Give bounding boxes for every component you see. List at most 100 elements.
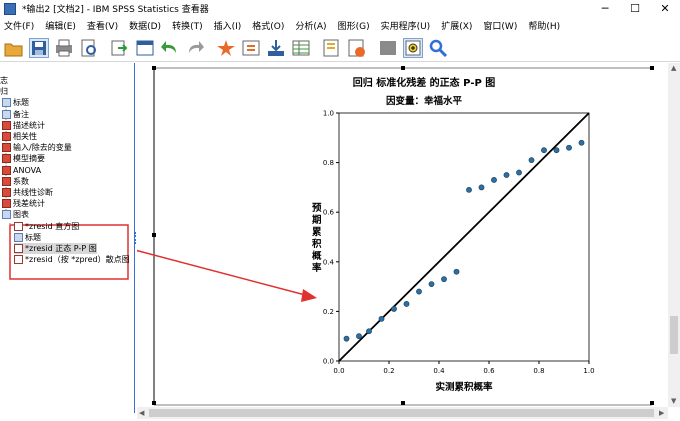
menu-analyze[interactable]: 分析(A) — [291, 19, 333, 32]
menu-format[interactable]: 格式(O) — [248, 19, 291, 32]
outline-item[interactable]: 系数 — [2, 176, 29, 187]
menu-extensions[interactable]: 扩展(X) — [437, 19, 479, 32]
find-icon[interactable] — [428, 38, 448, 58]
text-item-icon — [2, 210, 11, 220]
goto-data-icon[interactable] — [216, 38, 236, 58]
outline-item-label: *zresid（按 *zpred）散点图 — [25, 255, 130, 265]
outline-item[interactable]: 描述统计 — [2, 120, 45, 131]
recall-dialog-icon[interactable] — [135, 38, 155, 58]
horizontal-scroll-thumb[interactable] — [149, 409, 654, 417]
vertical-scrollbar[interactable]: ▲ ▼ — [668, 63, 680, 407]
minimize-button[interactable]: ─ — [590, 0, 620, 17]
outline-item[interactable]: 标题 — [14, 232, 41, 243]
table-item-icon — [2, 120, 11, 130]
data-point — [566, 144, 572, 151]
y-tick-label: 1.0 — [323, 110, 334, 118]
hide-icon[interactable] — [378, 38, 398, 58]
data-point — [391, 306, 397, 312]
menu-help[interactable]: 帮助(H) — [524, 19, 567, 32]
data-point — [553, 147, 560, 154]
outline-item-label: 标题 — [25, 232, 41, 242]
outline-item-label: 系数 — [13, 176, 29, 186]
outline-item-label: 备注 — [13, 109, 29, 119]
print-preview-icon[interactable] — [79, 38, 99, 58]
scroll-left-icon[interactable]: ◀ — [139, 409, 144, 417]
outline-item[interactable]: 模型摘要 — [2, 153, 45, 164]
outline-item-label: ANOVA — [13, 165, 42, 175]
close-button[interactable]: ✕ — [650, 0, 680, 17]
text-item-icon — [14, 232, 23, 242]
title-bar: *输出2 [文档2] - IBM SPSS Statistics 查看器 ─ ☐… — [0, 0, 680, 17]
redo-icon[interactable] — [185, 38, 205, 58]
data-point — [478, 184, 485, 191]
data-point — [516, 169, 522, 176]
print-icon[interactable] — [54, 38, 74, 58]
outline-item-label: 图表 — [13, 210, 29, 220]
x-tick-label: 0.4 — [433, 367, 445, 375]
menu-view[interactable]: 查看(V) — [83, 19, 125, 32]
outline-item[interactable]: 共线性诊断 — [2, 187, 53, 198]
outline-pane[interactable]: 志归标题 备注 描述统计 相关性 输入/除去的变量 模型摘要 ANOVA 系数 共线性诊断 残差统… — [0, 63, 135, 413]
maximize-button[interactable]: ☐ — [620, 0, 650, 17]
x-tick-label: 1.0 — [583, 367, 594, 375]
scroll-right-icon[interactable]: ▶ — [659, 409, 664, 417]
create-title-icon[interactable] — [322, 38, 342, 58]
menu-file[interactable]: 文件(F) — [0, 19, 41, 32]
plot-area: 0.0 0.2 0.4 0.6 0.8 1.0 0.0 0.2 0.4 0.6 0.8 1.0 — [323, 110, 595, 376]
scroll-down-icon[interactable]: ▼ — [671, 397, 676, 405]
outline-item[interactable]: *zresid（按 *zpred）散点图 — [14, 254, 130, 265]
vertical-scroll-thumb[interactable] — [670, 316, 678, 354]
menu-window[interactable]: 窗口(W) — [479, 19, 524, 32]
variables-icon[interactable] — [291, 38, 311, 58]
menu-utilities[interactable]: 实用程序(U) — [377, 19, 438, 32]
table-item-icon — [2, 165, 11, 175]
chart-item-icon — [14, 255, 23, 265]
reference-line — [338, 112, 590, 362]
outline-item-label: *zresid 正态 P-P 图 — [25, 244, 97, 253]
scroll-up-icon[interactable]: ▲ — [671, 64, 676, 72]
export-icon[interactable] — [110, 38, 130, 58]
outline-item-label: 共线性诊断 — [13, 188, 53, 197]
menu-data[interactable]: 数据(D) — [125, 19, 168, 32]
data-point — [466, 186, 472, 193]
outline-item[interactable]: 备注 — [2, 109, 29, 120]
y-axis-label: 预期累积概率 — [312, 203, 322, 274]
outline-item-label: 模型摘要 — [13, 154, 45, 164]
pp-plot-chart[interactable]: 回归 标准化残差 的正态 P-P 图 因变量：幸福水平 0.0 0.2 0.4 0.6… — [130, 63, 668, 407]
output-pane[interactable]: 回归 标准化残差 的正态 P-P 图 因变量：幸福水平 0.0 0.2 0.4 0.6… — [130, 63, 668, 407]
outline-item-label: *zresid 直方图 — [25, 221, 80, 231]
goto-case-icon[interactable] — [241, 38, 261, 58]
goto-variable-icon[interactable] — [266, 38, 286, 58]
data-point — [503, 172, 510, 178]
data-point — [491, 177, 497, 183]
outline-item[interactable]: *zresid 正态 P-P 图 — [14, 243, 97, 254]
outline-item[interactable]: 图表 — [2, 209, 29, 220]
menu-insert[interactable]: 插入(I) — [210, 19, 249, 32]
chart-item-icon — [14, 244, 23, 253]
table-item-icon — [2, 199, 11, 209]
horizontal-scrollbar[interactable]: ◀ ▶ — [137, 407, 668, 419]
outline-item[interactable]: 志 — [0, 75, 8, 86]
open-icon[interactable] — [4, 38, 24, 58]
data-point — [453, 268, 460, 275]
y-tick-label: 0.8 — [323, 159, 334, 167]
data-point — [541, 147, 547, 154]
toolbar — [0, 35, 680, 62]
outline-item[interactable]: *zresid 直方图 — [14, 221, 79, 232]
outline-item[interactable]: 标题 — [2, 97, 29, 108]
menu-graphs[interactable]: 图形(G) — [334, 19, 377, 32]
menu-transform[interactable]: 转换(T) — [168, 19, 210, 32]
spss-app-icon — [4, 2, 16, 15]
menu-edit[interactable]: 编辑(E) — [41, 19, 83, 32]
save-icon[interactable] — [29, 38, 49, 58]
menu-bar: 文件(F) 编辑(E) 查看(V) 数据(D) 转换(T) 插入(I) 格式(O… — [0, 17, 680, 34]
outline-item[interactable]: 输入/除去的变量 — [2, 142, 72, 153]
outline-item[interactable]: 相关性 — [2, 131, 37, 142]
outline-item[interactable]: 归 — [0, 86, 8, 97]
chart-title: 回归 标准化残差 的正态 P-P 图 — [353, 76, 496, 89]
undo-icon[interactable] — [160, 38, 180, 58]
outline-item[interactable]: ANOVA — [2, 165, 41, 176]
create-chart-icon[interactable] — [347, 38, 367, 58]
insert-output-icon[interactable] — [403, 38, 423, 58]
outline-item[interactable]: 残差统计 — [2, 198, 45, 209]
